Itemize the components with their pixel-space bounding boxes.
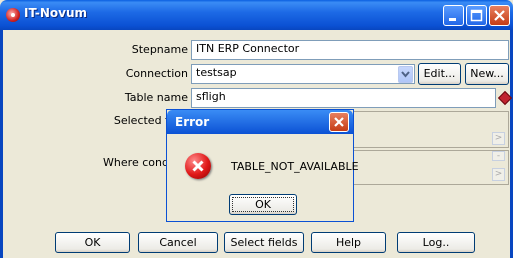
error-x-glyph	[192, 160, 204, 172]
tablename-input[interactable]: sfligh	[191, 88, 496, 108]
connection-dropdown-button[interactable]	[398, 65, 413, 83]
close-icon	[494, 10, 505, 21]
close-icon	[334, 117, 344, 127]
where-scroll-up[interactable]: -	[492, 151, 505, 161]
selected-fields-label: Selected fi	[113, 114, 172, 127]
tablename-label: Table name	[124, 91, 188, 104]
maximize-button[interactable]	[466, 5, 487, 26]
new-connection-button[interactable]: New...	[465, 63, 509, 85]
app-icon	[6, 8, 20, 22]
close-button[interactable]	[489, 5, 510, 26]
minimize-button[interactable]	[443, 5, 464, 26]
where-condition-label: Where condi	[103, 156, 172, 169]
edit-connection-button[interactable]: Edit...	[418, 63, 461, 85]
error-dialog-close-button[interactable]	[329, 112, 349, 132]
maximize-icon	[470, 9, 483, 22]
chevron-down-icon	[401, 70, 410, 78]
stepname-label: Stepname	[131, 43, 188, 56]
help-button[interactable]: Help	[311, 232, 386, 253]
error-message: TABLE_NOT_AVAILABLE	[231, 160, 359, 173]
window-title: IT-Novum	[24, 6, 88, 20]
where-scroll-right[interactable]: >	[492, 168, 505, 181]
log-button[interactable]: Log..	[397, 232, 475, 253]
cancel-button[interactable]: Cancel	[138, 232, 218, 253]
window-titlebar: IT-Novum	[0, 0, 513, 30]
error-dialog-titlebar: Error	[167, 110, 353, 134]
minimize-icon	[449, 18, 456, 21]
error-dialog: Error TABLE_NOT_AVAILABLE OK	[166, 109, 359, 222]
window-border-left	[0, 30, 3, 258]
selected-fields-scroll-right[interactable]: >	[492, 132, 505, 145]
error-icon	[185, 153, 211, 179]
connection-value: testsap	[196, 66, 237, 79]
connection-label: Connection	[125, 67, 188, 80]
ok-button[interactable]: OK	[55, 232, 130, 253]
error-ok-button[interactable]: OK	[229, 194, 297, 215]
stepname-input[interactable]: ITN ERP Connector	[191, 40, 509, 60]
error-dialog-title: Error	[175, 115, 210, 129]
select-fields-button[interactable]: Select fields	[224, 232, 304, 253]
connection-select[interactable]: testsap	[191, 64, 415, 84]
